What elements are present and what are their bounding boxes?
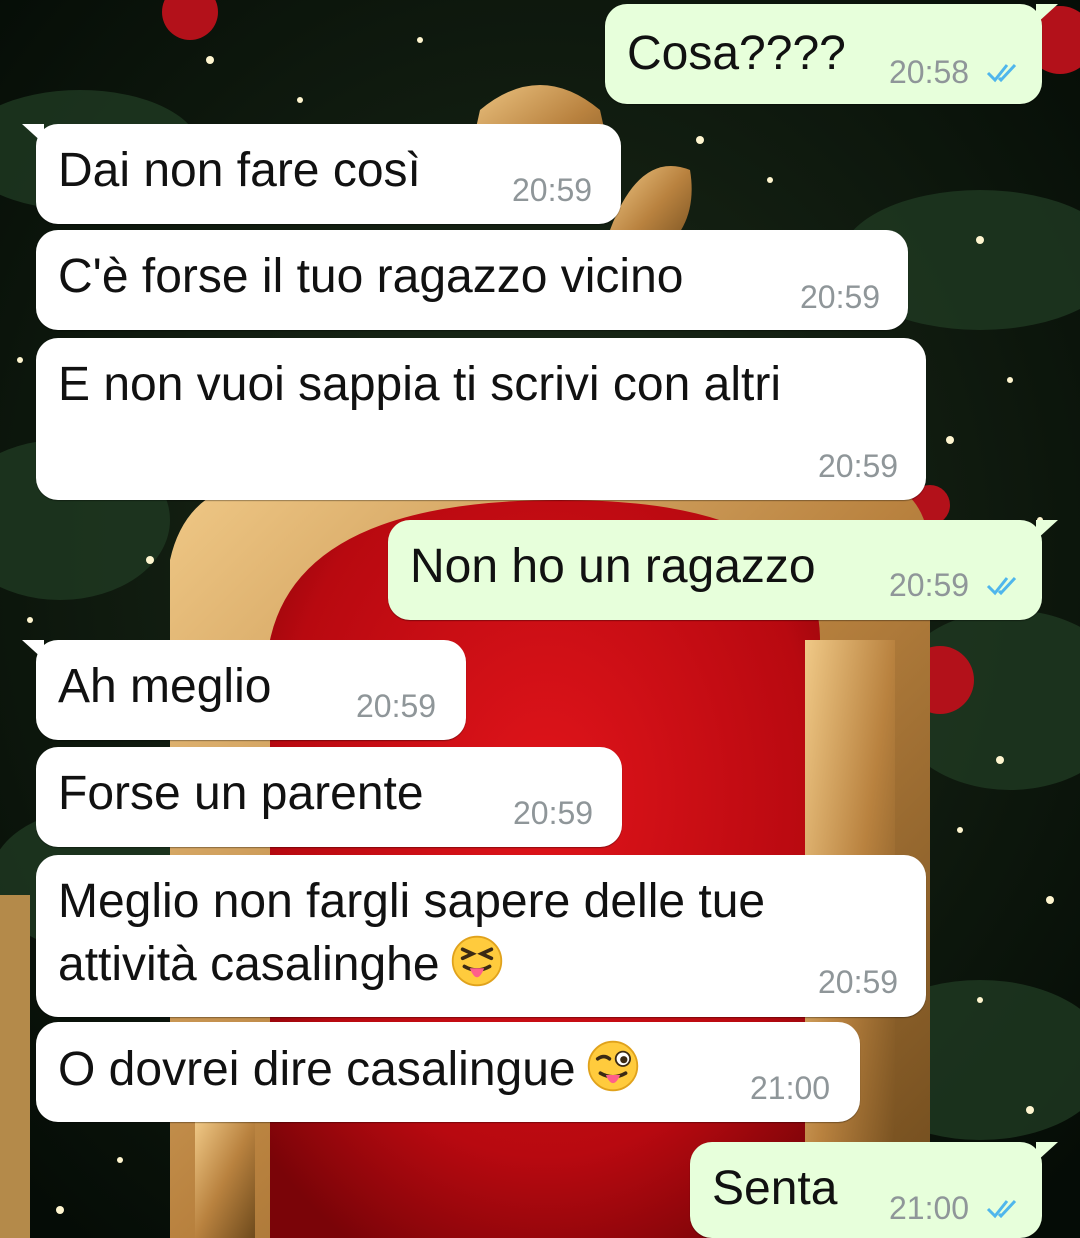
bubble-tail bbox=[22, 124, 44, 144]
message-text: E non vuoi sappia ti scrivi con altri bbox=[58, 358, 781, 411]
message-bubble-incoming[interactable]: E non vuoi sappia ti scrivi con altri 20… bbox=[36, 338, 926, 500]
message-timestamp: 20:59 bbox=[889, 567, 970, 603]
read-receipt-icon bbox=[986, 63, 1017, 83]
message-text: Ah meglio bbox=[58, 660, 272, 713]
message-bubble-incoming[interactable]: Forse un parente 20:59 bbox=[36, 747, 622, 847]
message-bubble-incoming[interactable]: C'è forse il tuo ragazzo vicino 20:59 bbox=[36, 230, 908, 330]
message-bubble-incoming[interactable]: Dai non fare così 20:59 bbox=[22, 124, 621, 224]
message-text-fragment: O dovrei dire casalingue bbox=[58, 1043, 576, 1096]
message-text: Forse un parente bbox=[58, 767, 424, 820]
winking-face-with-tongue-icon bbox=[587, 1040, 638, 1092]
message-timestamp: 21:00 bbox=[889, 1190, 970, 1226]
message-text: Dai non fare così bbox=[58, 144, 421, 197]
message-text-line: Meglio non fargli sapere delle tue bbox=[58, 875, 766, 928]
message-timestamp: 20:59 bbox=[800, 279, 881, 315]
message-text-fragment: attività casalinghe bbox=[58, 938, 440, 991]
message-timestamp: 20:59 bbox=[513, 795, 594, 831]
bubble-tail bbox=[1036, 4, 1058, 24]
bubble-tail bbox=[1036, 520, 1058, 540]
message-timestamp: 20:59 bbox=[356, 688, 437, 724]
message-bubble-outgoing[interactable]: Cosa???? 20:58 bbox=[605, 4, 1058, 104]
read-receipt-icon bbox=[986, 576, 1017, 596]
message-bubble-incoming[interactable]: Meglio non fargli sapere delle tue attiv… bbox=[36, 855, 926, 1017]
message-timestamp: 20:58 bbox=[889, 54, 970, 90]
squinting-face-with-tongue-icon bbox=[451, 935, 502, 987]
message-timestamp: 20:59 bbox=[818, 964, 899, 1000]
message-bubble-outgoing[interactable]: Non ho un ragazzo 20:59 bbox=[388, 520, 1058, 620]
message-timestamp: 21:00 bbox=[750, 1070, 831, 1106]
message-timestamp: 20:59 bbox=[512, 172, 593, 208]
message-bubble-outgoing[interactable]: Senta 21:00 bbox=[690, 1142, 1058, 1238]
message-timestamp: 20:59 bbox=[818, 448, 899, 484]
message-text: O dovrei dire casalingue bbox=[58, 1039, 640, 1100]
message-text: Non ho un ragazzo bbox=[410, 540, 816, 593]
message-bubble-incoming[interactable]: O dovrei dire casalingue 21:00 bbox=[36, 1022, 860, 1122]
message-text: Senta bbox=[712, 1162, 838, 1215]
message-text-line: attività casalinghe bbox=[58, 934, 504, 995]
bubble-tail bbox=[22, 640, 44, 660]
message-bubble-incoming[interactable]: Ah meglio 20:59 bbox=[22, 640, 466, 740]
read-receipt-icon bbox=[986, 1199, 1017, 1219]
bubble-tail bbox=[1036, 1142, 1058, 1162]
message-text: Cosa???? bbox=[627, 27, 846, 80]
message-text: C'è forse il tuo ragazzo vicino bbox=[58, 250, 684, 303]
